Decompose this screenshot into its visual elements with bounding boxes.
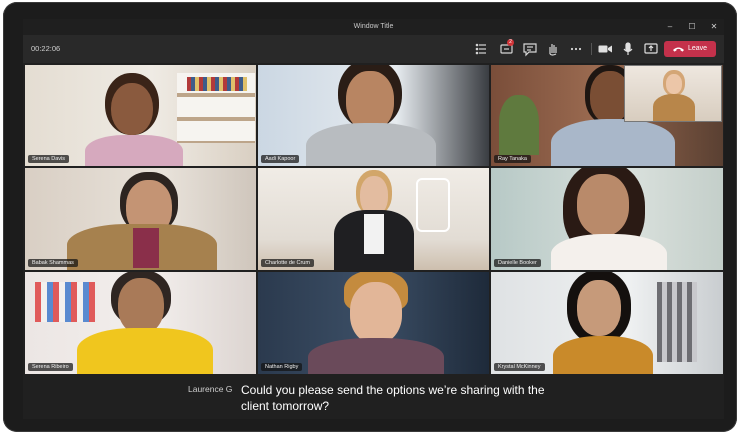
toolbar-separator: [591, 43, 592, 55]
raise-hand-icon[interactable]: [544, 40, 562, 58]
window-title: Window Title: [353, 23, 394, 30]
caption-speaker-name: Laurence G: [188, 384, 233, 394]
video-tile[interactable]: Nathan Rigby: [258, 272, 489, 374]
participant-name: Danielle Booker: [494, 259, 541, 267]
laptop-bezel: Window Title – ☐ ✕ 00:22:06 2 Leave Sere…: [3, 2, 737, 432]
live-caption-bar: Laurence G Could you please send the opt…: [23, 377, 724, 419]
teams-meeting-window: Window Title – ☐ ✕ 00:22:06 2 Leave Sere…: [23, 19, 724, 419]
leave-button[interactable]: Leave: [664, 41, 716, 57]
participant-name: Babak Shammas: [28, 259, 78, 267]
participant-name: Nathan Rigby: [261, 363, 303, 371]
participant-name: Serena Ribeiro: [28, 363, 73, 371]
leave-label: Leave: [688, 45, 708, 52]
phone-hangup-icon: [673, 47, 684, 52]
meeting-toolbar: 00:22:06 2 Leave: [23, 35, 724, 63]
participants-icon[interactable]: [473, 40, 491, 58]
more-icon[interactable]: [567, 40, 585, 58]
notification-badge: 2: [507, 39, 514, 46]
participant-name: Serena Davis: [28, 155, 70, 163]
video-tile[interactable]: Krystal McKinney: [491, 272, 723, 374]
self-view-video[interactable]: [624, 65, 722, 122]
maximize-button[interactable]: ☐: [681, 19, 703, 35]
video-tile[interactable]: Charlotte de Crum: [258, 168, 489, 270]
participant-name: Aadi Kapoor: [261, 155, 300, 163]
caption-text: Could you please send the options we’re …: [241, 383, 545, 413]
meeting-timer: 00:22:06: [31, 44, 61, 53]
video-tile[interactable]: Babak Shammas: [25, 168, 256, 270]
close-button[interactable]: ✕: [703, 19, 724, 35]
camera-icon[interactable]: [596, 40, 614, 58]
video-grid: Serena Davis Aadi Kapoor Ray Tanaka Baba…: [25, 65, 723, 374]
video-tile[interactable]: Serena Ribeiro: [25, 272, 256, 374]
reactions-icon[interactable]: [521, 40, 539, 58]
video-tile[interactable]: Aadi Kapoor: [258, 65, 489, 166]
video-tile[interactable]: Danielle Booker: [491, 168, 723, 270]
share-icon[interactable]: [642, 40, 660, 58]
participant-name: Ray Tanaka: [494, 155, 531, 163]
microphone-icon[interactable]: [619, 40, 637, 58]
video-tile[interactable]: Serena Davis: [25, 65, 256, 166]
participant-name: Krystal McKinney: [494, 363, 545, 371]
title-bar: Window Title – ☐ ✕: [23, 19, 724, 35]
participant-name: Charlotte de Crum: [261, 259, 314, 267]
minimize-button[interactable]: –: [659, 19, 681, 35]
